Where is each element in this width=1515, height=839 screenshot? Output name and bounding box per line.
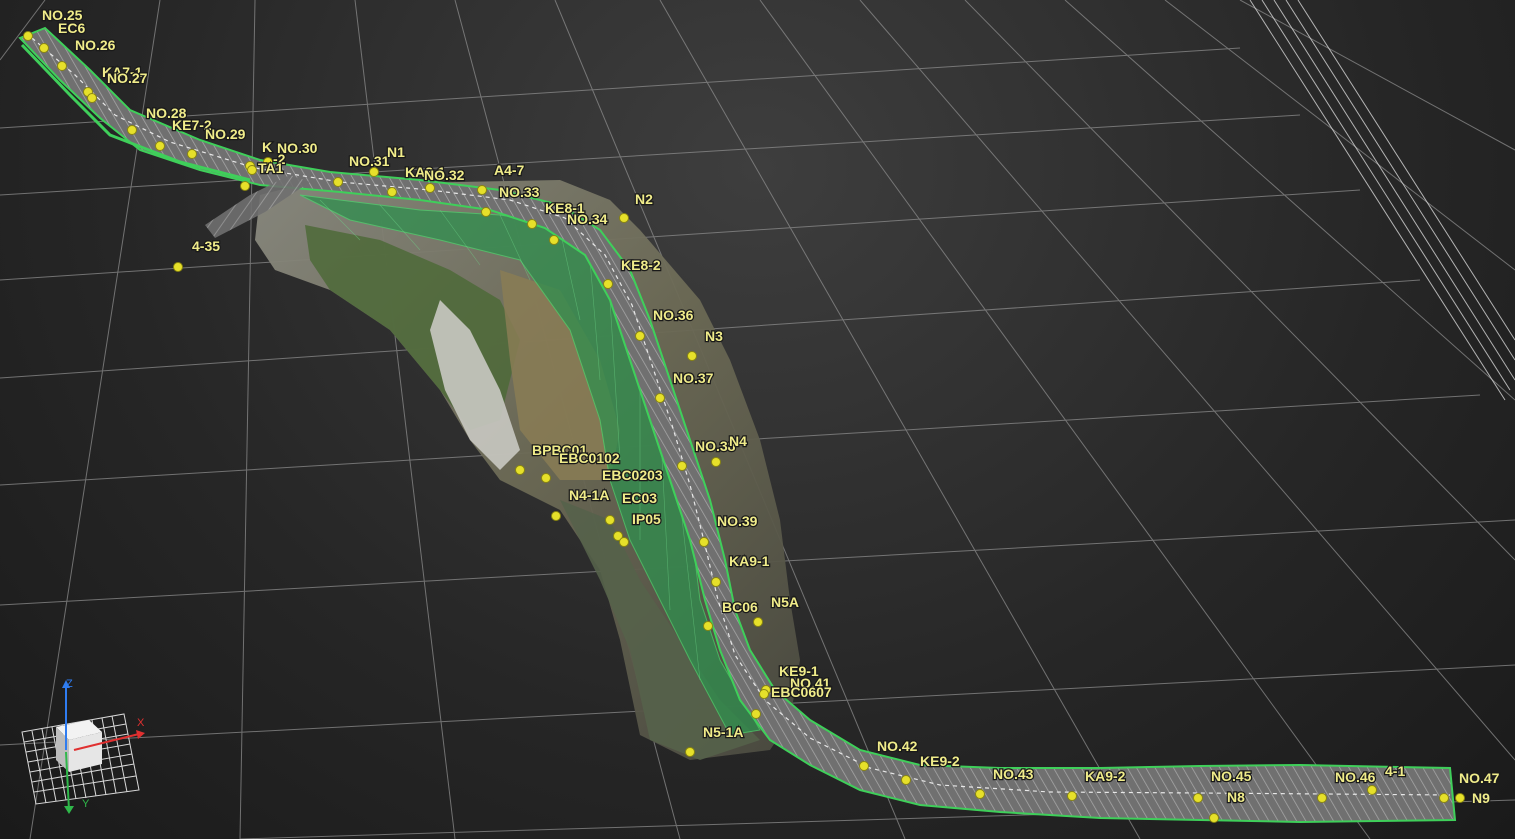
control-point-marker[interactable] <box>687 351 697 361</box>
control-point-label: NO.26 <box>75 37 116 53</box>
control-point-marker[interactable] <box>425 183 435 193</box>
control-point-label: NO.27 <box>107 70 148 86</box>
control-point-marker[interactable] <box>57 61 67 71</box>
control-point-marker[interactable] <box>1455 793 1465 803</box>
y-axis-label: Y <box>82 798 90 810</box>
control-point-label: N1 <box>387 144 405 160</box>
control-point-marker[interactable] <box>759 689 769 699</box>
control-point-label: K <box>262 139 272 155</box>
control-point-marker[interactable] <box>127 125 137 135</box>
control-point-marker[interactable] <box>703 621 713 631</box>
control-point-label: NO.46 <box>1335 769 1376 785</box>
control-point-marker[interactable] <box>481 207 491 217</box>
control-point-label: 4-1 <box>1385 763 1405 779</box>
3d-viewport[interactable]: NO.25 EC6 NO.26 KA7-1 NO.27 NO.28 KE7-2 NO.29 NO… <box>0 0 1515 839</box>
control-point-marker[interactable] <box>515 465 525 475</box>
control-point-marker[interactable] <box>1209 813 1219 823</box>
control-point-label: 4-35 <box>192 238 220 254</box>
control-point-marker[interactable] <box>541 473 551 483</box>
control-point-marker[interactable] <box>605 515 615 525</box>
control-point-label: BC06 <box>722 599 758 615</box>
control-point-marker[interactable] <box>333 177 343 187</box>
control-point-label: N4-1A <box>569 487 609 503</box>
control-point-marker[interactable] <box>901 775 911 785</box>
control-point-label: NO.29 <box>205 126 246 142</box>
control-point-marker[interactable] <box>699 537 709 547</box>
control-point-label: NO.36 <box>653 307 694 323</box>
control-point-label: IP05 <box>632 511 661 527</box>
control-point-label: N3 <box>705 328 723 344</box>
control-point-marker[interactable] <box>23 31 33 41</box>
control-point-marker[interactable] <box>685 747 695 757</box>
control-point-marker[interactable] <box>247 165 257 175</box>
control-point-marker[interactable] <box>619 537 629 547</box>
control-point-label: NO.32 <box>424 167 465 183</box>
control-point-label: N2 <box>635 191 653 207</box>
control-point-marker[interactable] <box>240 181 250 191</box>
control-point-label: EBC0607 <box>771 684 832 700</box>
control-point-label: NO.42 <box>877 738 918 754</box>
control-point-label: NO.31 <box>349 153 390 169</box>
x-axis-label: X <box>137 717 145 729</box>
control-point-label: NO.39 <box>717 513 758 529</box>
control-point-marker[interactable] <box>155 141 165 151</box>
point-cloud-scene[interactable]: NO.25EC6NO.26KA7-1NO.27NO.28KE7-2NO.29NO… <box>0 0 1515 839</box>
control-point-label: KA9-1 <box>729 553 770 569</box>
control-point-label: KE8-2 <box>621 257 661 273</box>
control-point-marker[interactable] <box>635 331 645 341</box>
control-point-label: TA1 <box>258 160 284 176</box>
control-point-label: NO.43 <box>993 766 1034 782</box>
control-point-label: KA9-2 <box>1085 768 1126 784</box>
control-point-label: EBC0203 <box>602 467 663 483</box>
control-point-marker[interactable] <box>859 761 869 771</box>
control-point-marker[interactable] <box>477 185 487 195</box>
control-point-marker[interactable] <box>369 167 379 177</box>
control-point-marker[interactable] <box>619 213 629 223</box>
control-point-marker[interactable] <box>527 219 537 229</box>
control-point-label: EBC0102 <box>559 450 620 466</box>
control-point-marker[interactable] <box>551 511 561 521</box>
control-point-label: N5-1A <box>703 724 743 740</box>
control-point-label: EC6 <box>58 20 85 36</box>
control-point-label: N4 <box>729 433 747 449</box>
control-point-marker[interactable] <box>1193 793 1203 803</box>
control-point-marker[interactable] <box>87 93 97 103</box>
control-point-marker[interactable] <box>677 461 687 471</box>
control-point-label: NO.33 <box>499 184 540 200</box>
control-point-marker[interactable] <box>39 43 49 53</box>
control-point-label: EC03 <box>622 490 657 506</box>
control-point-marker[interactable] <box>753 617 763 627</box>
control-point-label: NO.34 <box>567 211 608 227</box>
control-point-label: NO.47 <box>1459 770 1500 786</box>
control-point-label: N5A <box>771 594 799 610</box>
control-point-marker[interactable] <box>549 235 559 245</box>
control-point-marker[interactable] <box>387 187 397 197</box>
control-point-marker[interactable] <box>655 393 665 403</box>
control-point-label: N8 <box>1227 789 1245 805</box>
z-axis-label: Z <box>66 678 73 690</box>
control-point-marker[interactable] <box>1317 793 1327 803</box>
control-point-marker[interactable] <box>751 709 761 719</box>
control-point-label: KE9-2 <box>920 753 960 769</box>
control-point-marker[interactable] <box>603 279 613 289</box>
control-point-marker[interactable] <box>711 577 721 587</box>
control-point-marker[interactable] <box>1439 793 1449 803</box>
gizmo-cube[interactable] <box>56 720 102 772</box>
control-point-marker[interactable] <box>187 149 197 159</box>
control-point-marker[interactable] <box>173 262 183 272</box>
control-point-marker[interactable] <box>1367 785 1377 795</box>
axis-gizmo[interactable]: Z X Y <box>14 672 154 832</box>
control-point-label: A4-7 <box>494 162 525 178</box>
control-point-marker[interactable] <box>711 457 721 467</box>
control-point-label: NO.37 <box>673 370 714 386</box>
control-point-marker[interactable] <box>1067 791 1077 801</box>
control-point-label: NO.45 <box>1211 768 1252 784</box>
control-point-marker[interactable] <box>975 789 985 799</box>
control-point-label: N9 <box>1472 790 1490 806</box>
